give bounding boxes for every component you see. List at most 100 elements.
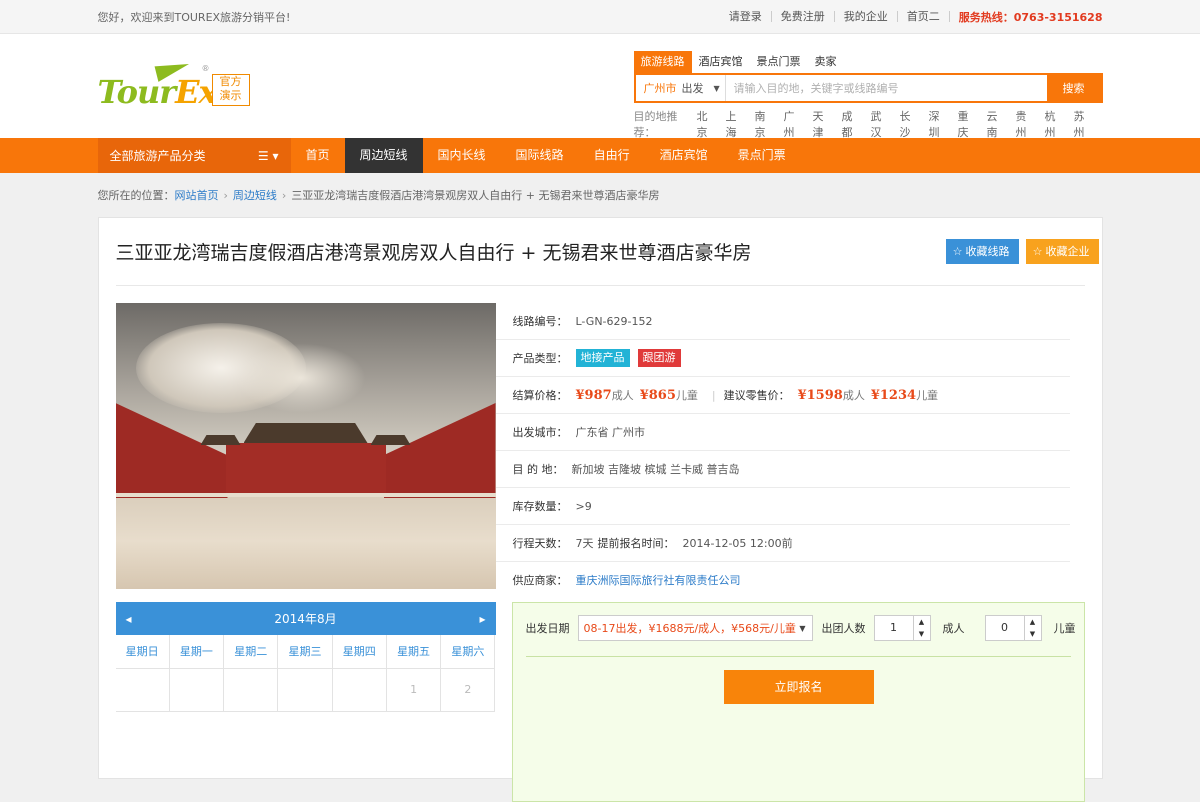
- hot-city-link[interactable]: 成都: [842, 108, 863, 140]
- detail-row-price: 结算价格： ¥987 成人 ¥865 儿童 | 建议零售价： ¥1598 成人 …: [495, 377, 1070, 414]
- hot-city-link[interactable]: 苏州: [1074, 108, 1095, 140]
- hot-city-link[interactable]: 重庆: [958, 108, 979, 140]
- calendar-day[interactable]: 2: [441, 669, 496, 712]
- caret-right-icon[interactable]: ▸: [479, 612, 485, 626]
- nav-home[interactable]: 首页: [291, 138, 345, 173]
- breadcrumb: 您所在的位置： 网站首页 › 周边短线 › 三亚亚龙湾瑞吉度假酒店港湾景观房双人…: [98, 173, 1103, 217]
- weekday-header: 星期二: [224, 635, 279, 669]
- caret-down-icon[interactable]: ▼: [914, 628, 930, 640]
- product-details: 线路编号： L-GN-629-152 产品类型： 地接产品 跟团游 结算价格： …: [495, 303, 1070, 598]
- product-photo[interactable]: [115, 303, 496, 589]
- detail-row-stock: 库存数量： >9: [495, 488, 1070, 525]
- calendar-day: [169, 669, 225, 712]
- hot-city-link[interactable]: 天津: [813, 108, 834, 140]
- type-tag: 地接产品: [575, 349, 630, 367]
- caret-left-icon[interactable]: ◂: [126, 612, 132, 626]
- booking-row: 出发日期 08-17出发，¥1688元/成人，¥568元/儿童 ▼ 出团人数 1…: [526, 615, 1076, 641]
- nav-free-travel[interactable]: 自由行: [579, 138, 645, 173]
- booking-divider: [525, 656, 1071, 657]
- breadcrumb-category[interactable]: 周边短线: [233, 187, 277, 203]
- hot-city-link[interactable]: 云南: [987, 108, 1008, 140]
- official-demo-badge: 官方 演示: [211, 74, 250, 106]
- favorite-company-button[interactable]: ☆ 收藏企业: [1025, 239, 1099, 264]
- signup-now-button[interactable]: 立即报名: [723, 670, 874, 704]
- hot-city-link[interactable]: 长沙: [900, 108, 921, 140]
- logo-wordmark: TourEx: [97, 73, 218, 111]
- caret-down-icon: ▼: [799, 623, 806, 633]
- hot-city-link[interactable]: 上海: [726, 108, 747, 140]
- calendar-header: ◂ 2014年8月 ▸: [115, 602, 496, 635]
- search-tab-sellers[interactable]: 卖家: [808, 51, 844, 73]
- caret-up-icon[interactable]: ▲: [1025, 616, 1041, 628]
- weekday-header: 星期一: [169, 635, 225, 669]
- calendar-day: [115, 669, 170, 712]
- hot-city-link[interactable]: 广州: [784, 108, 805, 140]
- title-divider: [115, 285, 1085, 286]
- hot-city-link[interactable]: 深圳: [929, 108, 950, 140]
- hot-city-link[interactable]: 武汉: [871, 108, 892, 140]
- hot-city-link[interactable]: 南京: [755, 108, 776, 140]
- type-tag: 跟团游: [637, 349, 681, 367]
- weekday-header: 星期五: [386, 635, 442, 669]
- star-icon: ☆: [1032, 245, 1043, 258]
- nav-tickets[interactable]: 景点门票: [723, 138, 801, 173]
- breadcrumb-prefix: 您所在的位置：: [97, 189, 175, 202]
- my-company-link[interactable]: 我的企业: [835, 11, 898, 22]
- search-tab-routes[interactable]: 旅游线路: [633, 51, 692, 73]
- departure-city-select[interactable]: 广州市 出发 ▼: [636, 75, 726, 101]
- detail-row-dest: 目 的 地： 新加坡 吉隆坡 槟城 兰卡威 普吉岛: [495, 451, 1070, 488]
- favorite-route-button[interactable]: ☆ 收藏线路: [945, 239, 1019, 264]
- weekday-header: 星期三: [278, 635, 333, 669]
- supplier-link[interactable]: 重庆洲际国际旅行社有限责任公司: [576, 572, 741, 588]
- search-button[interactable]: 搜索: [1046, 75, 1101, 101]
- trip-days: 7天: [575, 537, 594, 550]
- stock-value: >9: [575, 499, 592, 513]
- caret-up-icon[interactable]: ▲: [914, 616, 930, 628]
- nav-short-trips[interactable]: 周边短线: [344, 138, 423, 173]
- caret-down-icon[interactable]: ▼: [1025, 628, 1041, 640]
- breadcrumb-home[interactable]: 网站首页: [175, 187, 219, 203]
- home-two-link[interactable]: 首页二: [898, 11, 950, 22]
- hot-city-link[interactable]: 杭州: [1045, 108, 1066, 140]
- all-categories-label: 全部旅游产品分类: [109, 149, 206, 163]
- service-hotline: 服务热线：0763-3151628: [958, 10, 1103, 24]
- product-card: 三亚亚龙湾瑞吉度假酒店港湾景观房双人自由行 + 无锡君来世尊酒店豪华房 ☆ 收藏线…: [97, 217, 1103, 802]
- breadcrumb-current: 三亚亚龙湾瑞吉度假酒店港湾景观房双人自由行 + 无锡君来世尊酒店豪华房: [291, 189, 660, 202]
- adult-unit-label: 成人: [942, 622, 965, 635]
- date-label: 出发日期: [525, 622, 570, 635]
- nav-domestic[interactable]: 国内长线: [423, 138, 501, 173]
- retail-price-adult: ¥1598: [797, 387, 843, 403]
- star-icon: ☆: [952, 245, 963, 258]
- search-input[interactable]: [725, 75, 1047, 101]
- search-tab-tickets[interactable]: 景点门票: [750, 51, 808, 73]
- departure-date-select[interactable]: 08-17出发，¥1688元/成人，¥568元/儿童 ▼: [577, 615, 813, 641]
- all-categories-button[interactable]: 全部旅游产品分类 ☰ ▾: [97, 138, 291, 173]
- nav-international[interactable]: 国际线路: [501, 138, 579, 173]
- settle-price-child: ¥865: [639, 387, 676, 403]
- destinations: 新加坡 吉隆坡 槟城 兰卡威 普吉岛: [571, 463, 740, 476]
- header: TourEx ® 官方 演示 旅游线路 酒店宾馆 景点门票 卖家 广州市 出发 ▼…: [0, 34, 1200, 140]
- hot-city-link[interactable]: 北京: [697, 108, 718, 140]
- nav-hotels[interactable]: 酒店宾馆: [645, 138, 723, 173]
- register-link[interactable]: 免费注册: [772, 11, 835, 22]
- search-row: 广州市 出发 ▼ 搜索: [633, 73, 1103, 103]
- weekday-header: 星期日: [115, 635, 170, 669]
- calendar-day[interactable]: 1: [386, 669, 442, 712]
- adult-count-stepper[interactable]: 1 ▲ ▼: [873, 615, 931, 641]
- route-code: L-GN-629-152: [575, 314, 653, 328]
- retail-price-child: ¥1234: [870, 387, 917, 403]
- detail-row-depart: 出发城市： 广东省 广州市: [495, 414, 1070, 451]
- login-link[interactable]: 请登录: [720, 11, 772, 22]
- booking-panel: 出发日期 08-17出发，¥1688元/成人，¥568元/儿童 ▼ 出团人数 1…: [511, 602, 1085, 802]
- page-title: 三亚亚龙湾瑞吉度假酒店港湾景观房双人自由行 + 无锡君来世尊酒店豪华房: [115, 242, 752, 264]
- search-tab-hotels[interactable]: 酒店宾馆: [692, 51, 750, 73]
- tourex-logo[interactable]: TourEx ® 官方 演示: [97, 58, 258, 112]
- direction-value: 出发: [681, 82, 704, 95]
- hot-city-link[interactable]: 贵州: [1016, 108, 1037, 140]
- welcome-text: 您好，欢迎来到TOUREX旅游分销平台!: [97, 10, 291, 24]
- child-count-stepper[interactable]: 0 ▲ ▼: [984, 615, 1042, 641]
- search-box: 旅游线路 酒店宾馆 景点门票 卖家 广州市 出发 ▼ 搜索 目的地推荐： 北京 …: [633, 51, 1103, 140]
- calendar-month: 2014年8月: [274, 612, 337, 626]
- weekday-header: 星期六: [441, 635, 496, 669]
- detail-row-supplier: 供应商家： 重庆洲际国际旅行社有限责任公司: [512, 572, 741, 588]
